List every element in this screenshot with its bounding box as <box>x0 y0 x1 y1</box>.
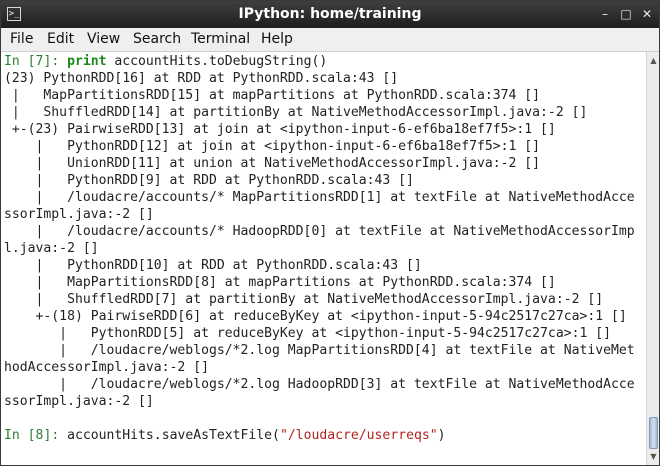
output-line: | /loudacre/accounts/* HadoopRDD[0] at t… <box>4 224 635 239</box>
menu-file[interactable]: File <box>10 31 33 47</box>
string-literal: "/loudacre/userreqs" <box>279 428 438 443</box>
output-line: | ShuffledRDD[7] at partitionBy at Nativ… <box>4 292 604 307</box>
window-title: IPython: home/training <box>238 6 422 22</box>
menu-bar: File Edit View Search Terminal Help <box>1 28 659 52</box>
output-line: | PythonRDD[5] at reduceByKey at <ipytho… <box>4 326 611 341</box>
maximize-button[interactable]: □ <box>618 6 634 22</box>
output-line: | ShuffledRDD[14] at partitionBy at Nati… <box>4 105 588 120</box>
prompt-label: In [ <box>4 54 36 69</box>
output-line: | MapPartitionsRDD[15] at mapPartitions … <box>4 88 541 103</box>
scroll-down-arrow-icon[interactable]: ▼ <box>648 451 659 462</box>
menu-search[interactable]: Search <box>133 31 181 47</box>
output-line: | PythonRDD[12] at join at <ipython-inpu… <box>4 139 541 154</box>
output-line: | UnionRDD[11] at union at NativeMethodA… <box>4 156 541 171</box>
code-text: accountHits.toDebugString() <box>106 54 328 69</box>
prompt-label: ]: <box>43 54 68 69</box>
title-bar[interactable]: >_ IPython: home/training – □ ✕ <box>1 1 659 28</box>
output-line: +-(23) PairwiseRDD[13] at join at <ipyth… <box>4 122 556 137</box>
prompt-label: ]: <box>43 428 68 443</box>
output-line: | PythonRDD[10] at RDD at PythonRDD.scal… <box>4 258 422 273</box>
output-line: | /loudacre/weblogs/*2.log MapPartitions… <box>4 343 635 358</box>
terminal-output[interactable]: In [7]: print accountHits.toDebugString(… <box>1 52 646 465</box>
output-line: +-(18) PairwiseRDD[6] at reduceByKey at … <box>4 309 627 324</box>
close-button[interactable]: ✕ <box>639 6 655 22</box>
output-line: (23) PythonRDD[16] at RDD at PythonRDD.s… <box>4 71 399 86</box>
menu-edit[interactable]: Edit <box>47 31 74 47</box>
output-line: | /loudacre/accounts/* MapPartitionsRDD[… <box>4 190 635 205</box>
terminal-window: >_ IPython: home/training – □ ✕ File Edi… <box>0 0 660 466</box>
vertical-scrollbar[interactable]: ▲ ▼ <box>646 52 659 465</box>
prompt-label: In [ <box>4 428 36 443</box>
menu-terminal[interactable]: Terminal <box>191 31 250 47</box>
print-keyword: print <box>67 54 107 69</box>
scroll-up-arrow-icon[interactable]: ▲ <box>648 55 659 66</box>
output-line: hodAccessorImpl.java:-2 [] <box>4 360 209 375</box>
output-line: l.java:-2 [] <box>4 241 99 256</box>
code-text: ) <box>437 428 446 443</box>
menu-view[interactable]: View <box>87 31 120 47</box>
output-line: | MapPartitionsRDD[8] at mapPartitions a… <box>4 275 556 290</box>
code-text: accountHits.saveAsTextFile( <box>67 428 280 443</box>
output-line: ssorImpl.java:-2 [] <box>4 207 154 222</box>
scrollbar-thumb[interactable] <box>649 417 658 449</box>
output-line: | PythonRDD[9] at RDD at PythonRDD.scala… <box>4 173 414 188</box>
output-line: ssorImpl.java:-2 [] <box>4 394 154 409</box>
input-line-8: In [8]: accountHits.saveAsTextFile("/lou… <box>4 427 446 444</box>
output-line: | /loudacre/weblogs/*2.log HadoopRDD[3] … <box>4 377 635 392</box>
input-line-7: In [7]: print accountHits.toDebugString(… <box>4 53 327 70</box>
menu-help[interactable]: Help <box>261 31 293 47</box>
minimize-button[interactable]: – <box>597 6 613 22</box>
